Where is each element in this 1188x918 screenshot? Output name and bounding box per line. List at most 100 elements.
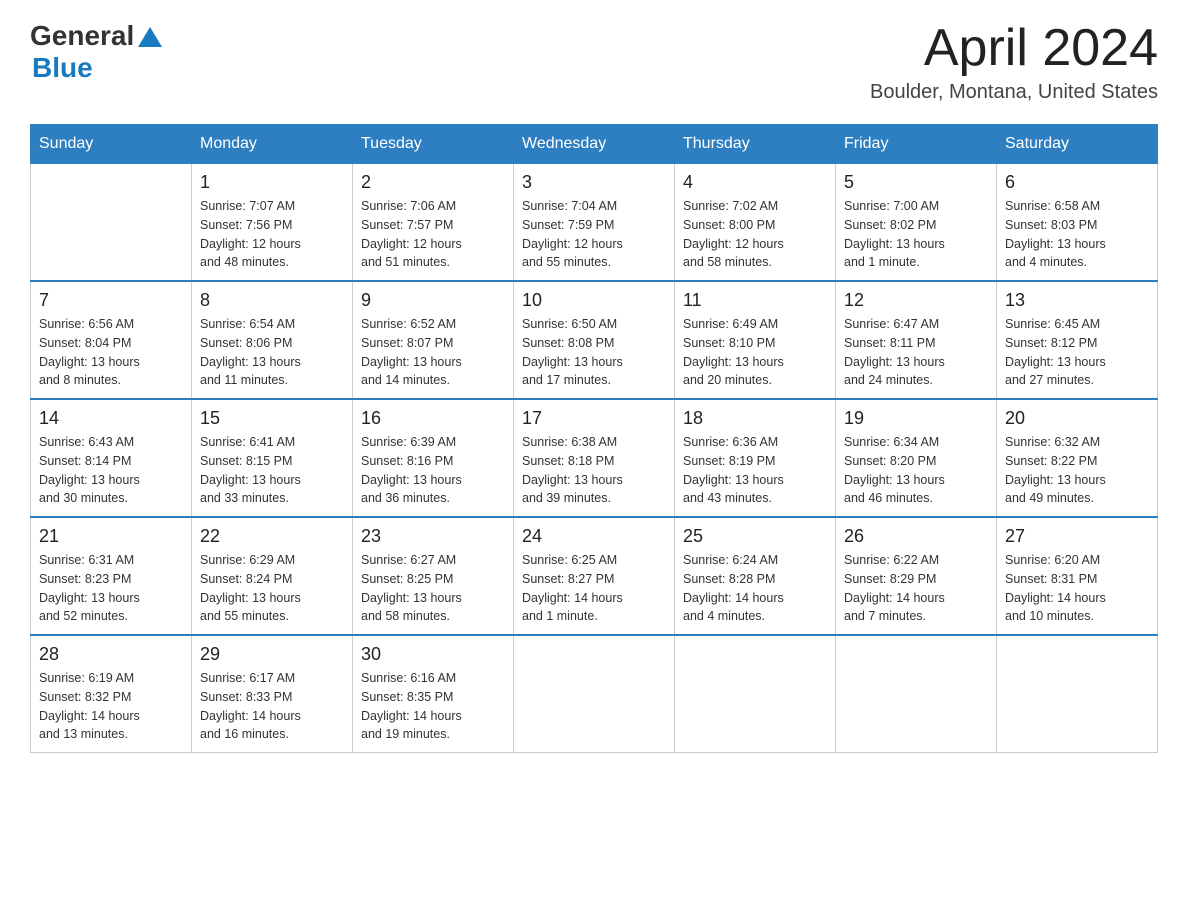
day-number: 14	[39, 408, 183, 429]
day-info: Sunrise: 6:27 AM Sunset: 8:25 PM Dayligh…	[361, 551, 505, 626]
calendar-week-row: 1 Sunrise: 7:07 AM Sunset: 7:56 PM Daylig…	[31, 164, 1158, 282]
calendar-header-row: SundayMondayTuesdayWednesdayThursdayFrid…	[31, 125, 1158, 164]
day-number: 26	[844, 526, 988, 547]
calendar-week-row: 14Sunrise: 6:43 AM Sunset: 8:14 PM Dayli…	[31, 399, 1158, 517]
day-number: 20	[1005, 408, 1149, 429]
calendar-week-row: 7Sunrise: 6:56 AM Sunset: 8:04 PM Daylig…	[31, 281, 1158, 399]
calendar-cell: 10 Sunrise: 6:50 AM Sunset: 8:08 PM Dayli…	[514, 281, 675, 399]
day-number: 10	[522, 290, 666, 311]
calendar-cell: 11 Sunrise: 6:49 AM Sunset: 8:10 PM Dayli…	[675, 281, 836, 399]
day-info: Sunrise: 6:54 AM Sunset: 8:06 PM Dayligh…	[200, 315, 344, 390]
day-info: Sunrise: 6:49 AM Sunset: 8:10 PM Dayligh…	[683, 315, 827, 390]
day-info: Sunrise: 7:02 AM Sunset: 8:00 PM Dayligh…	[683, 197, 827, 272]
day-info: Sunrise: 6:17 AM Sunset: 8:33 PM Dayligh…	[200, 669, 344, 744]
day-info: Sunrise: 6:22 AM Sunset: 8:29 PM Dayligh…	[844, 551, 988, 626]
calendar-table: SundayMondayTuesdayWednesdayThursdayFrid…	[30, 124, 1158, 753]
calendar-cell: 4 Sunrise: 7:02 AM Sunset: 8:00 PM Daylig…	[675, 164, 836, 282]
calendar-cell: 25Sunrise: 6:24 AM Sunset: 8:28 PM Dayli…	[675, 517, 836, 635]
day-info: Sunrise: 6:24 AM Sunset: 8:28 PM Dayligh…	[683, 551, 827, 626]
day-info: Sunrise: 6:56 AM Sunset: 8:04 PM Dayligh…	[39, 315, 183, 390]
column-header-tuesday: Tuesday	[353, 125, 514, 164]
calendar-cell: 21 Sunrise: 6:31 AM Sunset: 8:23 PM Dayli…	[31, 517, 192, 635]
day-info: Sunrise: 6:32 AM Sunset: 8:22 PM Dayligh…	[1005, 433, 1149, 508]
day-info: Sunrise: 7:07 AM Sunset: 7:56 PM Dayligh…	[200, 197, 344, 272]
calendar-cell	[31, 164, 192, 282]
day-info: Sunrise: 6:34 AM Sunset: 8:20 PM Dayligh…	[844, 433, 988, 508]
calendar-cell: 22Sunrise: 6:29 AM Sunset: 8:24 PM Dayli…	[192, 517, 353, 635]
day-number: 17	[522, 408, 666, 429]
day-info: Sunrise: 6:31 AM Sunset: 8:23 PM Dayligh…	[39, 551, 183, 626]
day-info: Sunrise: 7:00 AM Sunset: 8:02 PM Dayligh…	[844, 197, 988, 272]
column-header-sunday: Sunday	[31, 125, 192, 164]
day-number: 9	[361, 290, 505, 311]
calendar-cell: 17 Sunrise: 6:38 AM Sunset: 8:18 PM Dayli…	[514, 399, 675, 517]
calendar-cell: 20 Sunrise: 6:32 AM Sunset: 8:22 PM Dayli…	[997, 399, 1158, 517]
calendar-cell: 24 Sunrise: 6:25 AM Sunset: 8:27 PM Dayli…	[514, 517, 675, 635]
day-info: Sunrise: 6:41 AM Sunset: 8:15 PM Dayligh…	[200, 433, 344, 508]
calendar-cell	[836, 635, 997, 753]
calendar-cell: 29 Sunrise: 6:17 AM Sunset: 8:33 PM Dayli…	[192, 635, 353, 753]
calendar-cell: 12 Sunrise: 6:47 AM Sunset: 8:11 PM Dayli…	[836, 281, 997, 399]
day-number: 28	[39, 644, 183, 665]
day-info: Sunrise: 7:06 AM Sunset: 7:57 PM Dayligh…	[361, 197, 505, 272]
column-header-thursday: Thursday	[675, 125, 836, 164]
calendar-cell: 6 Sunrise: 6:58 AM Sunset: 8:03 PM Daylig…	[997, 164, 1158, 282]
logo-triangle-icon	[136, 23, 164, 51]
day-info: Sunrise: 7:04 AM Sunset: 7:59 PM Dayligh…	[522, 197, 666, 272]
calendar-cell: 5 Sunrise: 7:00 AM Sunset: 8:02 PM Daylig…	[836, 164, 997, 282]
day-info: Sunrise: 6:45 AM Sunset: 8:12 PM Dayligh…	[1005, 315, 1149, 390]
day-number: 18	[683, 408, 827, 429]
page-header: General Blue April 2024 Boulder, Montana…	[30, 20, 1158, 104]
day-info: Sunrise: 6:47 AM Sunset: 8:11 PM Dayligh…	[844, 315, 988, 390]
logo-blue-text: Blue	[32, 52, 93, 84]
day-number: 15	[200, 408, 344, 429]
day-info: Sunrise: 6:25 AM Sunset: 8:27 PM Dayligh…	[522, 551, 666, 626]
calendar-cell: 13 Sunrise: 6:45 AM Sunset: 8:12 PM Dayli…	[997, 281, 1158, 399]
day-number: 23	[361, 526, 505, 547]
calendar-cell: 15 Sunrise: 6:41 AM Sunset: 8:15 PM Dayli…	[192, 399, 353, 517]
calendar-cell: 28 Sunrise: 6:19 AM Sunset: 8:32 PM Dayli…	[31, 635, 192, 753]
day-info: Sunrise: 6:20 AM Sunset: 8:31 PM Dayligh…	[1005, 551, 1149, 626]
day-info: Sunrise: 6:36 AM Sunset: 8:19 PM Dayligh…	[683, 433, 827, 508]
calendar-cell	[514, 635, 675, 753]
day-number: 27	[1005, 526, 1149, 547]
month-title: April 2024	[870, 20, 1158, 77]
day-number: 5	[844, 172, 988, 193]
calendar-cell: 3 Sunrise: 7:04 AM Sunset: 7:59 PM Daylig…	[514, 164, 675, 282]
day-number: 13	[1005, 290, 1149, 311]
day-number: 11	[683, 290, 827, 311]
calendar-cell: 1 Sunrise: 7:07 AM Sunset: 7:56 PM Daylig…	[192, 164, 353, 282]
calendar-cell: 27 Sunrise: 6:20 AM Sunset: 8:31 PM Dayli…	[997, 517, 1158, 635]
column-header-monday: Monday	[192, 125, 353, 164]
day-number: 2	[361, 172, 505, 193]
day-info: Sunrise: 6:16 AM Sunset: 8:35 PM Dayligh…	[361, 669, 505, 744]
day-number: 12	[844, 290, 988, 311]
day-number: 24	[522, 526, 666, 547]
calendar-cell	[675, 635, 836, 753]
calendar-cell: 16Sunrise: 6:39 AM Sunset: 8:16 PM Dayli…	[353, 399, 514, 517]
logo: General Blue	[30, 20, 164, 84]
calendar-cell: 18 Sunrise: 6:36 AM Sunset: 8:19 PM Dayli…	[675, 399, 836, 517]
day-number: 1	[200, 172, 344, 193]
day-number: 4	[683, 172, 827, 193]
day-number: 3	[522, 172, 666, 193]
day-number: 6	[1005, 172, 1149, 193]
day-info: Sunrise: 6:58 AM Sunset: 8:03 PM Dayligh…	[1005, 197, 1149, 272]
day-info: Sunrise: 6:19 AM Sunset: 8:32 PM Dayligh…	[39, 669, 183, 744]
day-number: 19	[844, 408, 988, 429]
calendar-week-row: 28 Sunrise: 6:19 AM Sunset: 8:32 PM Dayli…	[31, 635, 1158, 753]
day-number: 16	[361, 408, 505, 429]
calendar-cell: 14Sunrise: 6:43 AM Sunset: 8:14 PM Dayli…	[31, 399, 192, 517]
calendar-cell: 9Sunrise: 6:52 AM Sunset: 8:07 PM Daylig…	[353, 281, 514, 399]
calendar-week-row: 21 Sunrise: 6:31 AM Sunset: 8:23 PM Dayli…	[31, 517, 1158, 635]
day-number: 21	[39, 526, 183, 547]
day-number: 30	[361, 644, 505, 665]
calendar-cell: 2 Sunrise: 7:06 AM Sunset: 7:57 PM Daylig…	[353, 164, 514, 282]
day-info: Sunrise: 6:38 AM Sunset: 8:18 PM Dayligh…	[522, 433, 666, 508]
column-header-wednesday: Wednesday	[514, 125, 675, 164]
day-info: Sunrise: 6:50 AM Sunset: 8:08 PM Dayligh…	[522, 315, 666, 390]
calendar-cell	[997, 635, 1158, 753]
column-header-saturday: Saturday	[997, 125, 1158, 164]
column-header-friday: Friday	[836, 125, 997, 164]
day-number: 29	[200, 644, 344, 665]
